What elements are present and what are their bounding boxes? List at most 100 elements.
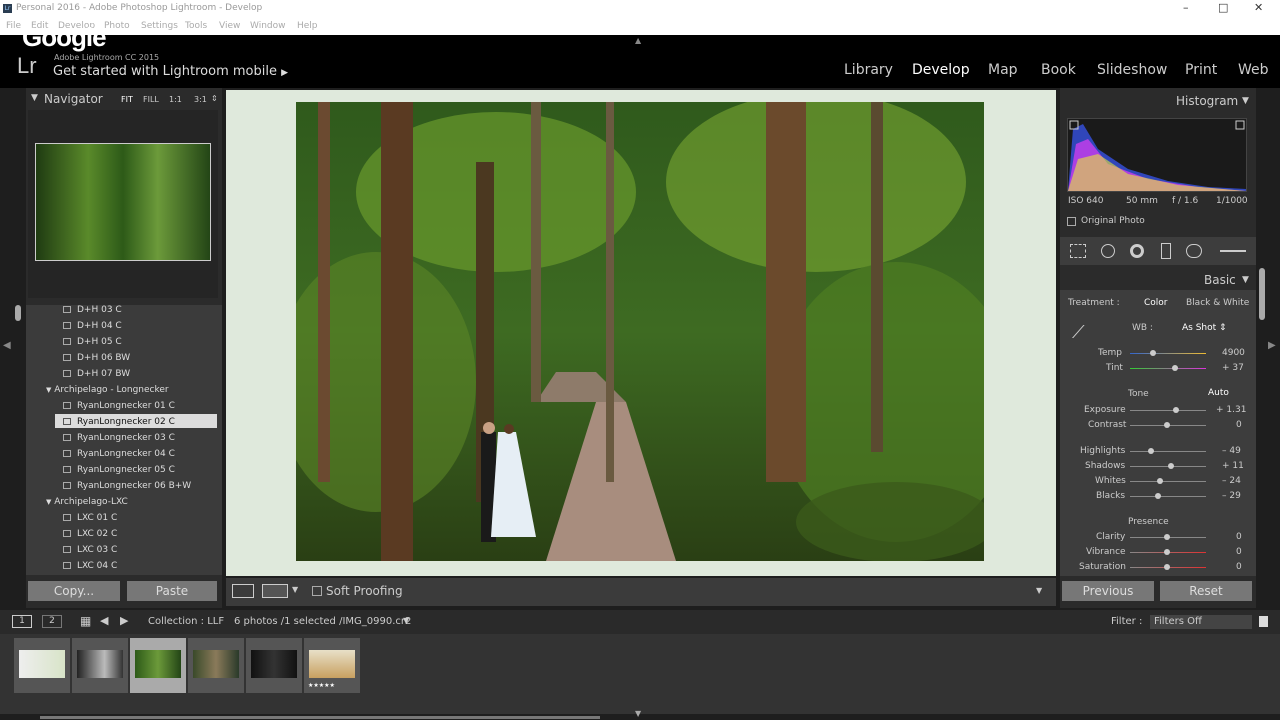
collection-item[interactable]: RyanLongnecker 04 C	[63, 449, 175, 459]
collapse-bottom-arrow-icon[interactable]: ▼	[635, 709, 641, 718]
close-button[interactable]: ✕	[1254, 1, 1263, 14]
menu-help[interactable]: Help	[297, 21, 318, 31]
treatment-color-option[interactable]: Color	[1144, 298, 1168, 308]
main-photo[interactable]	[296, 102, 984, 561]
collection-item[interactable]: LXC 03 C	[63, 545, 117, 555]
right-panel-toggle-icon[interactable]: ▶	[1268, 340, 1276, 351]
left-scrollbar[interactable]	[15, 305, 21, 321]
left-panel-toggle-icon[interactable]: ◀	[3, 340, 11, 351]
soft-proofing-checkbox[interactable]	[312, 586, 322, 596]
triangle-down-icon[interactable]: ▼	[1242, 96, 1249, 106]
collection-item[interactable]: LXC 01 C	[63, 513, 117, 523]
menu-file[interactable]: File	[6, 21, 21, 31]
clarity-slider-handle[interactable]	[1164, 534, 1170, 540]
minimize-button[interactable]: –	[1183, 1, 1189, 14]
filmstrip-scrollbar[interactable]	[40, 716, 600, 719]
filmstrip-thumbnail[interactable]	[14, 638, 70, 693]
spot-removal-icon[interactable]	[1101, 244, 1115, 258]
collection-source[interactable]: Collection : LLF	[148, 616, 224, 627]
whites-slider-handle[interactable]	[1157, 478, 1163, 484]
original-photo-checkbox[interactable]	[1067, 217, 1076, 226]
collection-set-longnecker[interactable]: ▼ Archipelago - Longnecker	[46, 385, 169, 395]
module-library[interactable]: Library	[844, 62, 893, 78]
collection-set-lxc[interactable]: ▼ Archipelago-LXC	[46, 497, 128, 507]
module-web[interactable]: Web	[1238, 62, 1269, 78]
filter-lock-icon[interactable]	[1259, 616, 1268, 627]
collection-item-selected[interactable]: RyanLongnecker 02 C	[55, 414, 217, 428]
tint-slider-handle[interactable]	[1172, 365, 1178, 371]
tint-slider[interactable]	[1130, 368, 1206, 369]
nav-1-1[interactable]: 1:1	[169, 95, 182, 104]
saturation-slider-handle[interactable]	[1164, 564, 1170, 570]
forward-arrow-icon[interactable]: ▶	[120, 614, 128, 627]
adjustment-brush-icon[interactable]	[1220, 250, 1246, 252]
collection-item[interactable]: RyanLongnecker 05 C	[63, 465, 175, 475]
exposure-value[interactable]: + 1.31	[1216, 405, 1246, 415]
saturation-value[interactable]: 0	[1236, 562, 1242, 572]
eyedropper-icon[interactable]: ⟋	[1072, 322, 1085, 343]
filmstrip-thumbnail[interactable]	[72, 638, 128, 693]
menu-view[interactable]: View	[219, 21, 240, 31]
shadows-value[interactable]: + 11	[1222, 461, 1244, 471]
module-book[interactable]: Book	[1041, 62, 1076, 78]
reset-button[interactable]: Reset	[1160, 581, 1252, 601]
exposure-slider-handle[interactable]	[1173, 407, 1179, 413]
nav-fill[interactable]: FILL	[143, 95, 159, 104]
navigator-image[interactable]	[35, 143, 211, 261]
collection-item[interactable]: D+H 07 BW	[63, 369, 130, 379]
auto-tone-button[interactable]: Auto	[1208, 388, 1229, 398]
collapse-top-arrow-icon[interactable]: ▲	[635, 36, 641, 45]
nav-fit[interactable]: FIT	[121, 95, 133, 104]
nav-zoom-chevron-icon[interactable]: ⇕	[211, 94, 218, 103]
menu-settings[interactable]: Settings	[141, 21, 178, 31]
navigator-header[interactable]: ▼ Navigator FIT FILL 1:1 3:1 ⇕	[26, 90, 222, 108]
filmstrip-thumbnail[interactable]	[188, 638, 244, 693]
vibrance-value[interactable]: 0	[1236, 547, 1242, 557]
temp-slider-handle[interactable]	[1150, 350, 1156, 356]
view-dropdown-icon[interactable]: ▼	[292, 585, 298, 594]
radial-filter-icon[interactable]	[1186, 244, 1202, 258]
module-print[interactable]: Print	[1185, 62, 1217, 78]
previous-button[interactable]: Previous	[1062, 581, 1154, 601]
right-scrollbar[interactable]	[1259, 268, 1265, 320]
main-window-button[interactable]: 1	[12, 615, 32, 628]
collection-item[interactable]: D+H 03 C	[63, 305, 122, 315]
before-after-view-icon[interactable]	[262, 584, 288, 598]
contrast-value[interactable]: 0	[1236, 420, 1242, 430]
copy-button[interactable]: Copy...	[28, 581, 120, 601]
source-dropdown-icon[interactable]: ▼	[403, 616, 409, 625]
nav-3-1[interactable]: 3:1	[194, 95, 207, 104]
highlights-slider[interactable]	[1130, 451, 1206, 452]
maximize-button[interactable]: □	[1218, 1, 1228, 14]
red-eye-icon[interactable]	[1130, 244, 1144, 258]
blacks-slider[interactable]	[1130, 496, 1206, 497]
graduated-filter-icon[interactable]	[1161, 243, 1171, 259]
triangle-down-icon[interactable]: ▼	[1242, 275, 1249, 285]
get-started-link[interactable]: Get started with Lightroom mobile ▶	[53, 64, 288, 79]
collection-item[interactable]: D+H 06 BW	[63, 353, 130, 363]
filter-select[interactable]: Filters Off	[1150, 615, 1252, 629]
treatment-bw-option[interactable]: Black & White	[1186, 298, 1249, 308]
whites-value[interactable]: – 24	[1222, 476, 1241, 486]
exposure-slider[interactable]	[1130, 410, 1206, 411]
filmstrip-thumbnail[interactable]: ★★★★★	[304, 638, 360, 693]
module-develop[interactable]: Develop	[912, 62, 970, 78]
tint-value[interactable]: + 37	[1222, 363, 1244, 373]
collection-item[interactable]: LXC 04 C	[63, 561, 117, 571]
filmstrip-thumbnail[interactable]	[246, 638, 302, 693]
temp-value[interactable]: 4900	[1222, 348, 1245, 358]
collection-item[interactable]: D+H 04 C	[63, 321, 122, 331]
paste-button[interactable]: Paste	[127, 581, 217, 601]
menu-tools[interactable]: Tools	[185, 21, 207, 31]
highlights-value[interactable]: – 49	[1222, 446, 1241, 456]
module-slideshow[interactable]: Slideshow	[1097, 62, 1167, 78]
wb-select[interactable]: As Shot ⇕	[1182, 323, 1227, 333]
crop-tool-icon[interactable]	[1070, 244, 1086, 258]
toolbar-menu-icon[interactable]: ▼	[1036, 586, 1042, 595]
clarity-value[interactable]: 0	[1236, 532, 1242, 542]
collection-item[interactable]: RyanLongnecker 03 C	[63, 433, 175, 443]
grid-icon[interactable]: ▦	[80, 614, 91, 628]
whites-slider[interactable]	[1130, 481, 1206, 482]
collection-item[interactable]: LXC 02 C	[63, 529, 117, 539]
back-arrow-icon[interactable]: ◀	[100, 614, 108, 627]
